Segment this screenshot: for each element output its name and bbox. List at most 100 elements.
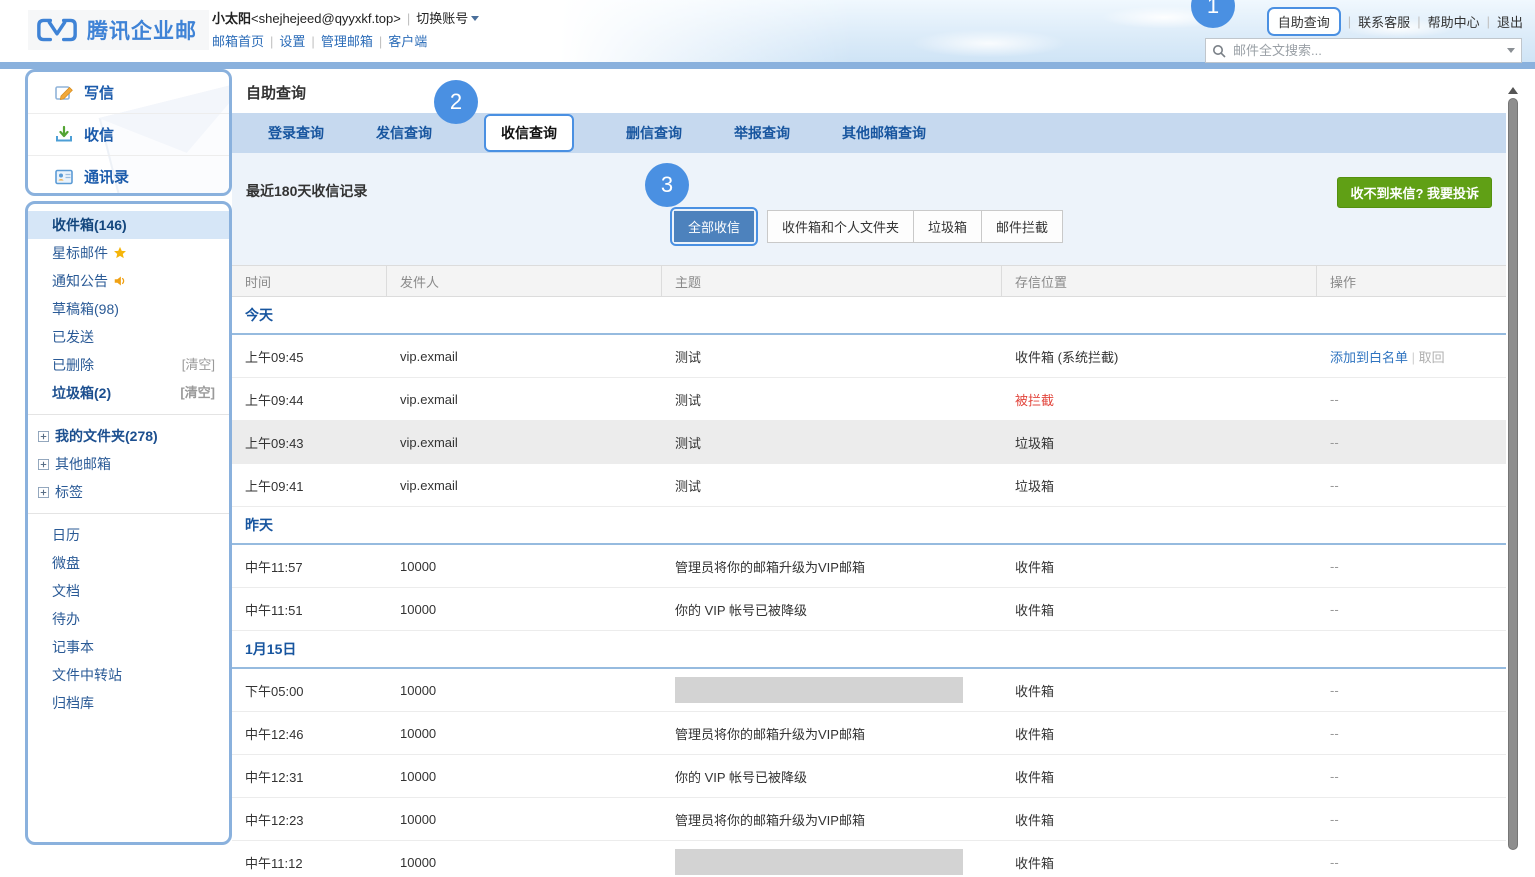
sidebar-folder-starred[interactable]: 星标邮件 <box>28 239 229 267</box>
cell-subject: 测试 <box>662 390 1002 409</box>
switch-account-link[interactable]: 切换账号 <box>416 9 479 29</box>
logo-text: 腾讯企业邮 <box>87 15 197 45</box>
sidebar-folder-drafts[interactable]: 草稿箱(98) <box>28 295 229 323</box>
sidebar-tool-archive[interactable]: 归档库 <box>28 689 229 717</box>
tab-incoming-query[interactable]: 收信查询 <box>484 114 574 152</box>
search-dropdown-caret[interactable] <box>1507 48 1515 57</box>
sidebar-action-receive[interactable]: 收信 <box>28 113 229 155</box>
search-input[interactable] <box>1231 42 1507 59</box>
account-name: 小太阳 <box>212 11 251 26</box>
cell-subject: 管理员将你的邮箱升级为VIP邮箱 <box>662 557 1002 576</box>
query-tab-bar: 登录查询 发信查询 收信查询 删信查询 举报查询 其他邮箱查询 <box>232 113 1506 153</box>
column-header: 主题 <box>662 266 1002 296</box>
cell-actions: -- <box>1317 855 1506 870</box>
account-email: <shejhejeed@qyyxkf.top> <box>251 11 401 26</box>
separator: | <box>379 32 382 52</box>
cell-sender: 10000 <box>387 855 662 870</box>
sidebar-tool-wedrive[interactable]: 微盘 <box>28 549 229 577</box>
cell-time: 中午11:12 <box>232 853 387 872</box>
plus-box-icon <box>38 431 49 442</box>
cell-actions: 添加到白名单 | 取回 <box>1317 347 1506 366</box>
tab-outgoing-query[interactable]: 发信查询 <box>376 123 432 143</box>
sidebar-folder-deleted[interactable]: 已删除[清空] <box>28 351 229 379</box>
add-to-whitelist-link[interactable]: 添加到白名单 <box>1330 350 1408 365</box>
folder-label: 通知公告 <box>52 267 127 295</box>
scrollbar-thumb[interactable] <box>1508 98 1518 850</box>
cell-sender: 10000 <box>387 683 662 698</box>
header-quick-links: 自助查询|联系客服|帮助中心|退出 <box>1267 7 1523 36</box>
no-action: -- <box>1330 478 1339 493</box>
sidebar-tool-docs[interactable]: 文档 <box>28 577 229 605</box>
filter-junk-box[interactable]: 垃圾箱 <box>913 211 981 242</box>
mail-record-row: 上午09:45vip.exmail测试收件箱 (系统拦截)添加到白名单 | 取回 <box>232 335 1506 378</box>
sidebar-tree-other-mailboxes[interactable]: 其他邮箱 <box>28 450 229 478</box>
sidebar-folder-inbox[interactable]: 收件箱(146) <box>28 211 229 239</box>
sidebar-folder-sent[interactable]: 已发送 <box>28 323 229 351</box>
sidebar-action-label: 写信 <box>84 82 114 103</box>
cell-time: 中午12:46 <box>232 724 387 743</box>
sidebar-action-contacts[interactable]: 通讯录 <box>28 155 229 196</box>
nav-link-mail-home[interactable]: 邮箱首页 <box>212 32 264 52</box>
sidebar-action-label: 收信 <box>84 124 114 145</box>
sidebar-tool-calendar[interactable]: 日历 <box>28 521 229 549</box>
sidebar-tool-notes[interactable]: 记事本 <box>28 633 229 661</box>
nav-link-client[interactable]: 客户端 <box>388 32 427 52</box>
cell-subject <box>662 849 1002 875</box>
tab-login-query[interactable]: 登录查询 <box>268 123 324 143</box>
page-title: 自助查询 <box>246 82 306 103</box>
cell-time: 中午11:57 <box>232 557 387 576</box>
chevron-down-icon <box>471 16 479 25</box>
sidebar-folder-announcements[interactable]: 通知公告 <box>28 267 229 295</box>
mail-record-row: 中午11:1210000收件箱-- <box>232 841 1506 877</box>
cell-time: 中午11:51 <box>232 600 387 619</box>
cell-sender: vip.exmail <box>387 349 662 364</box>
nav-link-settings[interactable]: 设置 <box>279 32 305 52</box>
sidebar-action-compose[interactable]: 写信 <box>28 72 229 113</box>
cell-sender: 10000 <box>387 726 662 741</box>
filter-inbox-and-personal[interactable]: 收件箱和个人文件夹 <box>768 211 913 242</box>
sidebar-tree-my-folders[interactable]: 我的文件夹(278) <box>28 422 229 450</box>
cell-location: 收件箱 <box>1002 600 1317 619</box>
filter-mail-intercept[interactable]: 邮件拦截 <box>981 211 1062 242</box>
clear-junk-link[interactable]: [清空] <box>180 379 215 407</box>
quick-link-help-center[interactable]: 帮助中心 <box>1428 12 1480 31</box>
column-header: 存信位置 <box>1002 266 1317 296</box>
cell-sender: 10000 <box>387 812 662 827</box>
cell-actions: -- <box>1317 435 1506 450</box>
sidebar-tree-labels[interactable]: 标签 <box>28 478 229 506</box>
retrieve-link[interactable]: 取回 <box>1419 350 1445 365</box>
mail-record-row: 中午12:3110000你的 VIP 帐号已被降级收件箱-- <box>232 755 1506 798</box>
filter-all-incoming[interactable]: 全部收信 <box>674 211 754 242</box>
cell-time: 上午09:41 <box>232 476 387 495</box>
no-action: -- <box>1330 855 1339 870</box>
scroll-up-arrow-icon[interactable] <box>1508 82 1518 94</box>
cell-time: 上午09:43 <box>232 433 387 452</box>
quick-link-contact-support[interactable]: 联系客服 <box>1358 12 1410 31</box>
quick-link-logout[interactable]: 退出 <box>1497 12 1523 31</box>
mail-search-box[interactable] <box>1205 38 1522 63</box>
sidebar-tool-todo[interactable]: 待办 <box>28 605 229 633</box>
tab-deleted-query[interactable]: 删信查询 <box>626 123 682 143</box>
mail-record-row: 中午12:2310000管理员将你的邮箱升级为VIP邮箱收件箱-- <box>232 798 1506 841</box>
folder-label: 已发送 <box>52 323 94 351</box>
mailbox-filter-bar: 全部收信收件箱和个人文件夹垃圾箱邮件拦截 <box>670 207 1063 246</box>
tab-other-mailbox-query[interactable]: 其他邮箱查询 <box>842 123 926 143</box>
clear-deleted-link[interactable]: [清空] <box>182 351 215 379</box>
no-action: -- <box>1330 769 1339 784</box>
separator: | <box>1408 350 1419 365</box>
cell-location: 收件箱 <box>1002 681 1317 700</box>
cell-location: 垃圾箱 <box>1002 476 1317 495</box>
mail-record-row: 中午11:5110000你的 VIP 帐号已被降级收件箱-- <box>232 588 1506 631</box>
sidebar-folder-junk[interactable]: 垃圾箱(2)[清空] <box>28 379 229 407</box>
cell-sender: vip.exmail <box>387 478 662 493</box>
sidebar-tool-file-transfer[interactable]: 文件中转站 <box>28 661 229 689</box>
cell-sender: 10000 <box>387 602 662 617</box>
nav-link-manage-mailbox[interactable]: 管理邮箱 <box>321 32 373 52</box>
cell-location: 收件箱 (系统拦截) <box>1002 347 1317 366</box>
sidebar-actions-box: 写信收信通讯录 <box>25 69 232 196</box>
quick-link-self-service-query[interactable]: 自助查询 <box>1267 7 1341 36</box>
mail-record-row: 上午09:41vip.exmail测试垃圾箱-- <box>232 464 1506 507</box>
tab-report-query[interactable]: 举报查询 <box>734 123 790 143</box>
cell-time: 中午12:23 <box>232 810 387 829</box>
complaint-button[interactable]: 收不到来信? 我要投诉 <box>1337 177 1492 208</box>
